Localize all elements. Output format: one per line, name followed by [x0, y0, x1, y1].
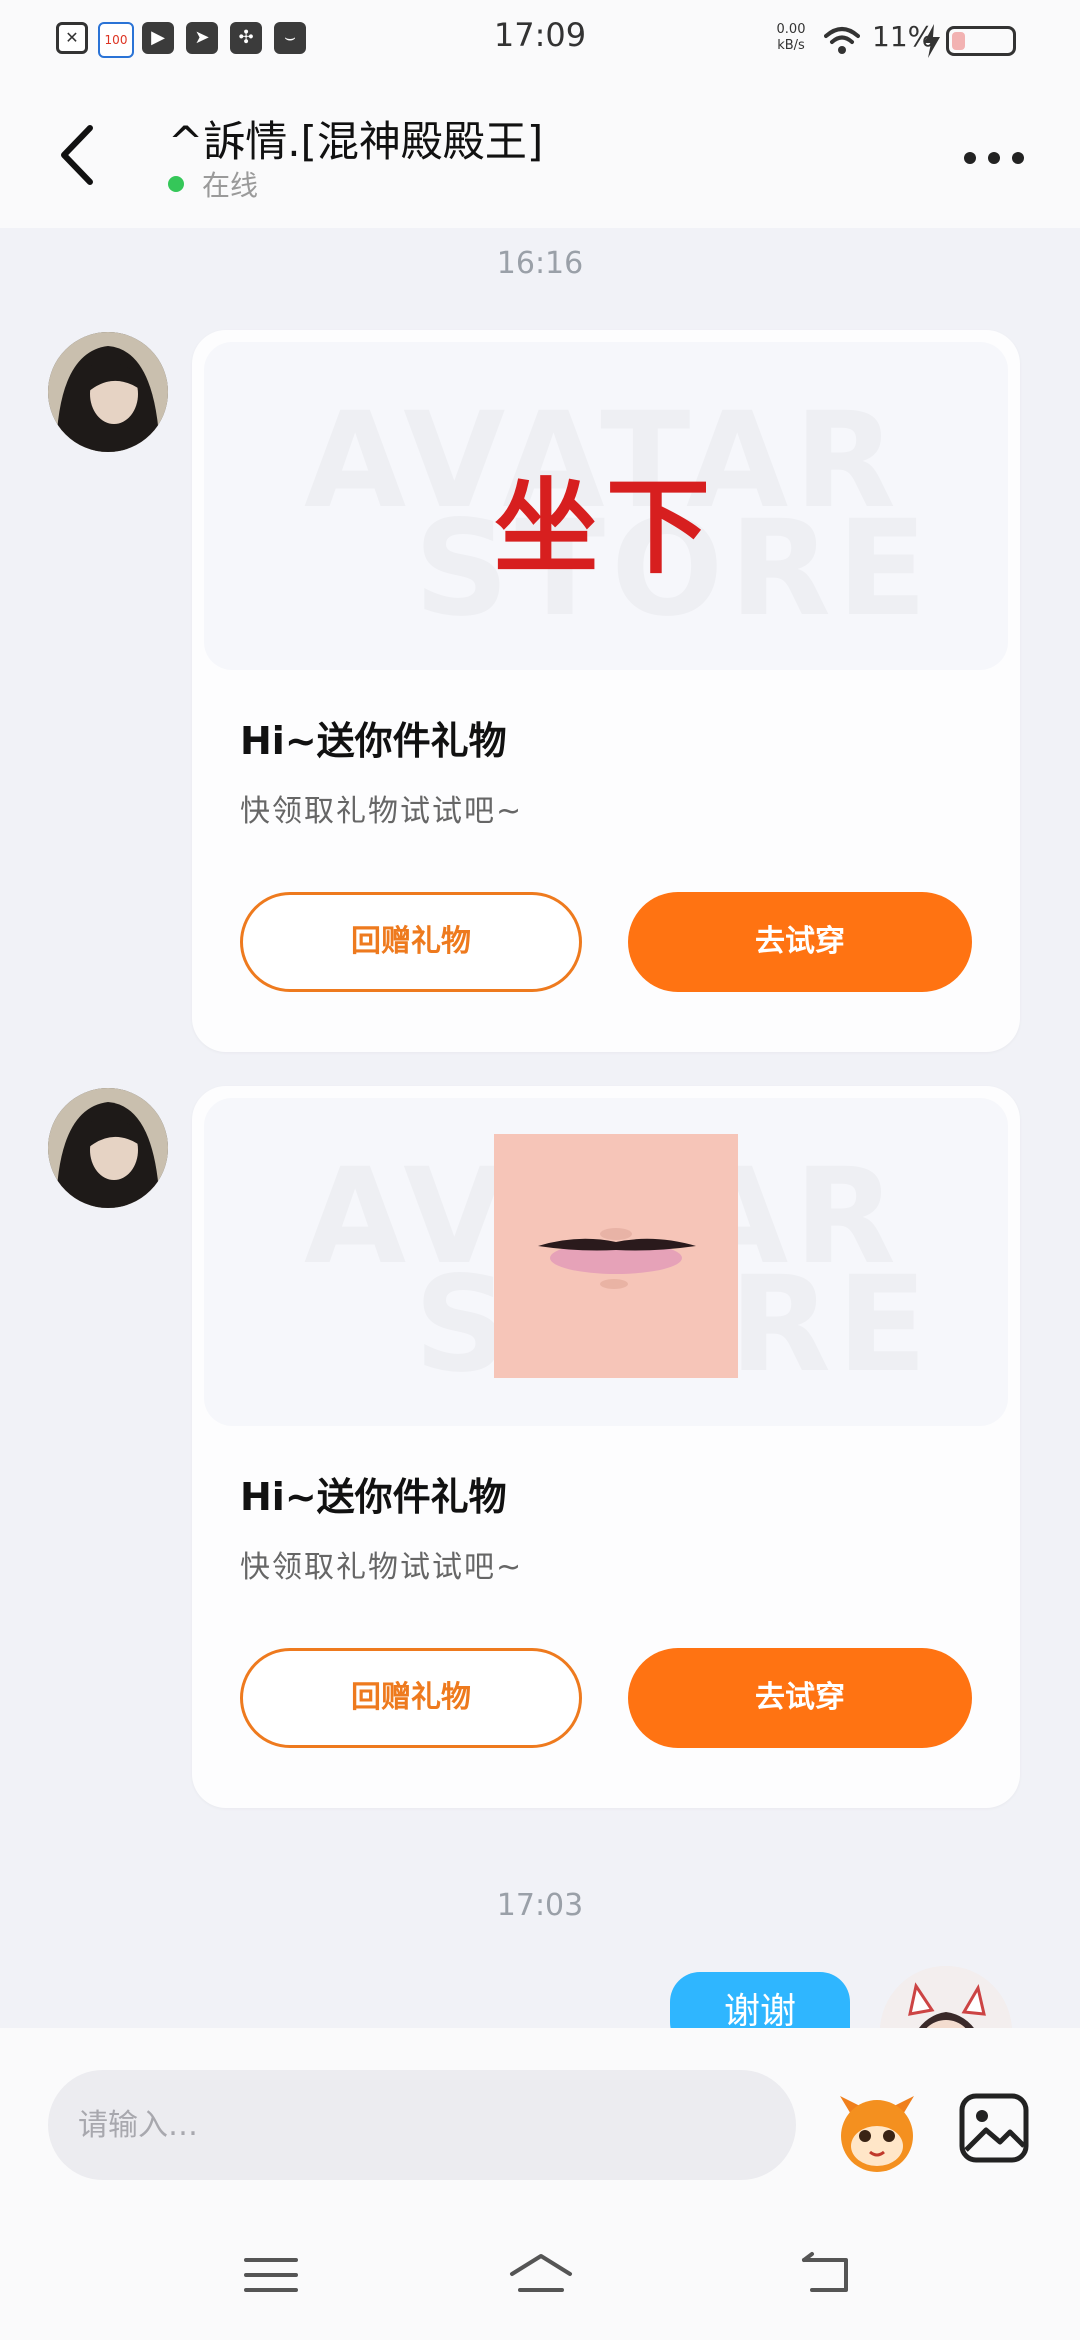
- gift-message-card: AVATAR STORE Hi~送你件礼物 快领取礼物试试吧~ 回赠礼物 去试穿: [192, 1086, 1020, 1808]
- timestamp: 16:16: [496, 246, 584, 281]
- battery-icon: [946, 26, 1016, 56]
- network-speed-value: 0.00: [776, 22, 806, 37]
- mascot-emoji-icon[interactable]: [832, 2086, 922, 2176]
- gift-title: Hi~送你件礼物: [240, 719, 507, 763]
- try-on-button[interactable]: 去试穿: [628, 1648, 972, 1748]
- lips-sticker-image: [494, 1134, 738, 1378]
- gift-preview: AVATAR STORE 坐下: [204, 342, 1008, 670]
- return-gift-button[interactable]: 回赠礼物: [240, 892, 582, 992]
- input-bar: [0, 2028, 1080, 2206]
- image-picker-icon[interactable]: [956, 2090, 1032, 2166]
- wifi-icon: [824, 27, 860, 54]
- online-status-dot: [168, 176, 184, 192]
- sim-card-icon: ✕: [56, 22, 88, 54]
- contact-avatar[interactable]: [48, 332, 168, 452]
- gift-title: Hi~送你件礼物: [240, 1475, 507, 1519]
- more-dot-icon: [988, 152, 1000, 164]
- return-gift-button[interactable]: 回赠礼物: [240, 1648, 582, 1748]
- chat-header: ^訴情.[混神殿殿王] 在线: [0, 80, 1080, 228]
- home-icon[interactable]: [506, 2250, 576, 2300]
- inbox-icon: ⌣: [274, 22, 306, 54]
- more-dot-icon: [964, 152, 976, 164]
- pinwheel-icon: ✣: [230, 22, 262, 54]
- play-icon: ▶: [142, 22, 174, 54]
- back-arrow-icon[interactable]: [790, 2250, 860, 2300]
- charging-icon: [924, 24, 940, 58]
- network-speed: 0.00 kB/s: [770, 22, 812, 54]
- online-status-text: 在线: [202, 169, 259, 202]
- battery-level: [952, 32, 965, 50]
- network-speed-unit: kB/s: [777, 38, 805, 53]
- system-nav-bar: [0, 2206, 1080, 2340]
- more-options-button[interactable]: [964, 146, 1028, 170]
- status-time: 17:09: [493, 16, 587, 54]
- status-bar: ✕ 100 ▶ ➤ ✣ ⌣ 17:09 0.00 kB/s 11%: [0, 0, 1080, 80]
- chat-title: ^訴情.[混神殿殿王]: [168, 117, 544, 166]
- timestamp: 17:03: [496, 1888, 584, 1923]
- gift-subtitle: 快领取礼物试试吧~: [240, 1550, 524, 1585]
- send-icon: ➤: [186, 22, 218, 54]
- more-dot-icon: [1012, 152, 1024, 164]
- back-button[interactable]: [50, 120, 110, 190]
- calendar-100-icon: 100: [98, 22, 134, 58]
- gift-sticker-text: 坐下: [493, 465, 718, 588]
- try-on-button[interactable]: 去试穿: [628, 892, 972, 992]
- gift-preview: AVATAR STORE: [204, 1098, 1008, 1426]
- menu-icon[interactable]: [236, 2250, 306, 2300]
- gift-message-card: AVATAR STORE 坐下 Hi~送你件礼物 快领取礼物试试吧~ 回赠礼物 …: [192, 330, 1020, 1052]
- gift-subtitle: 快领取礼物试试吧~: [240, 794, 524, 829]
- message-input[interactable]: [48, 2070, 796, 2180]
- contact-avatar[interactable]: [48, 1088, 168, 1208]
